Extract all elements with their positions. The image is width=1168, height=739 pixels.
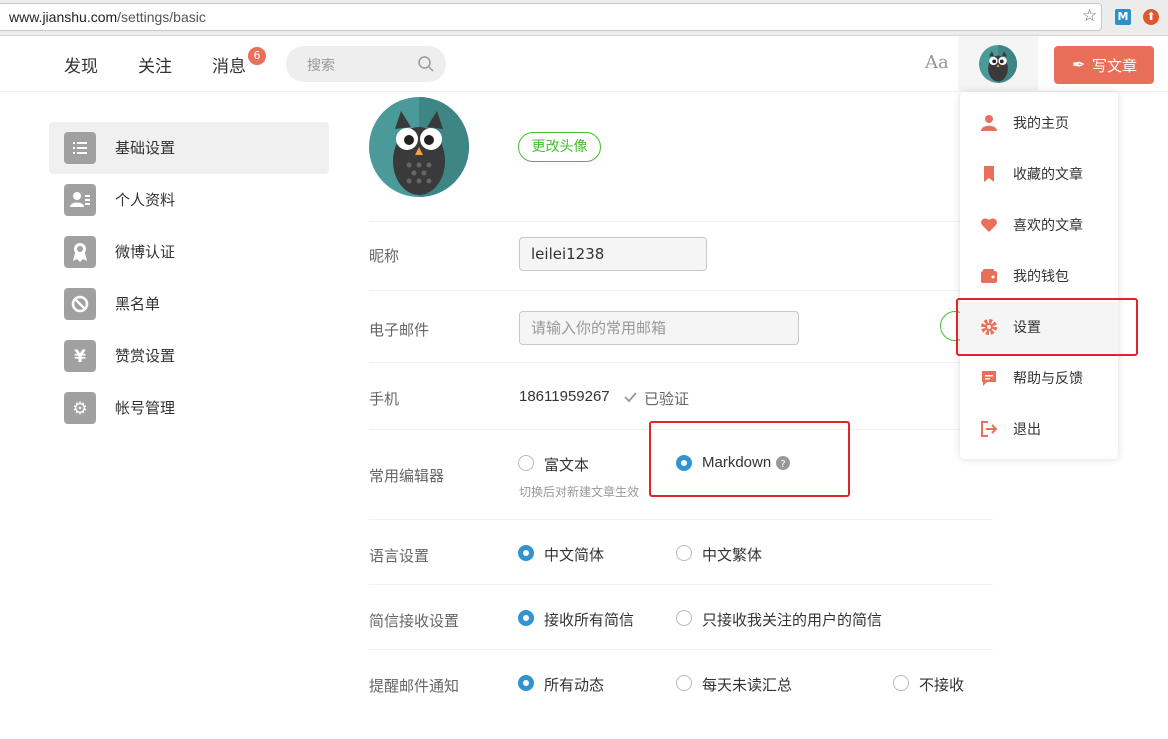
- messages-badge: 6: [248, 47, 266, 65]
- email-label: 电子邮件: [369, 321, 430, 339]
- badge-icon: [64, 236, 96, 268]
- logout-icon: [981, 421, 998, 437]
- svg-text:⚙: ⚙: [72, 399, 87, 419]
- divider: [369, 649, 993, 650]
- option-label: 不接收: [919, 676, 965, 694]
- nav-follow[interactable]: 关注: [138, 52, 172, 77]
- sidebar-item-reward-settings[interactable]: ¥ 赞赏设置: [49, 330, 329, 382]
- address-text: www.jianshu.com/settings/basic: [9, 9, 206, 25]
- email-notify-label: 提醒邮件通知: [369, 677, 460, 695]
- option-label: 接收所有简信: [544, 611, 635, 629]
- sidebar-item-label: 微博认证: [115, 243, 176, 261]
- sidebar-item-label: 黑名单: [115, 295, 161, 313]
- sidebar-item-profile[interactable]: 个人资料: [49, 174, 329, 226]
- menu-item-my-homepage[interactable]: 我的主页: [960, 98, 1118, 149]
- menu-item-label: 喜欢的文章: [1013, 218, 1083, 234]
- sidebar-item-label: 个人资料: [115, 191, 176, 209]
- menu-item-label: 我的主页: [1013, 116, 1069, 132]
- option-label: 只接收我关注的用户的简信: [702, 611, 883, 629]
- email-input[interactable]: 请输入你的常用邮箱: [519, 311, 799, 345]
- write-article-button[interactable]: ✒ 写文章: [1054, 46, 1154, 84]
- option-label: 富文本: [544, 456, 590, 474]
- radio-traditional-chinese[interactable]: [676, 545, 692, 561]
- search-placeholder: 搜索: [307, 58, 335, 74]
- sidebar-item-account-management[interactable]: ⚙ 帐号管理: [49, 382, 329, 434]
- user-icon: [981, 115, 997, 131]
- sms-label: 简信接收设置: [369, 612, 460, 630]
- option-label: 中文简体: [544, 546, 605, 564]
- menu-item-label: 收藏的文章: [1013, 167, 1083, 183]
- radio-daily-digest[interactable]: [676, 675, 692, 691]
- divider: [369, 221, 993, 222]
- phone-label: 手机: [369, 390, 400, 408]
- svg-text:¥: ¥: [74, 347, 86, 367]
- nickname-label: 昵称: [369, 247, 400, 265]
- user-avatar: [369, 97, 469, 197]
- top-navbar: 发现 关注 消息 6 搜索 Aa ✒ 写文章: [0, 36, 1168, 92]
- radio-rich-text[interactable]: [518, 455, 534, 471]
- user-menu-button[interactable]: [958, 36, 1038, 92]
- sidebar-item-label: 赞赏设置: [115, 347, 176, 365]
- radio-all-activity[interactable]: [518, 675, 534, 691]
- option-label: 中文繁体: [702, 546, 763, 564]
- menu-item-logout[interactable]: 退出: [960, 404, 1118, 455]
- editor-hint: 切换后对新建文章生效: [519, 485, 640, 499]
- sidebar-item-blacklist[interactable]: 黑名单: [49, 278, 329, 330]
- highlight-box: [649, 421, 850, 497]
- ban-icon: [64, 288, 96, 320]
- menu-item-label: 我的钱包: [1013, 269, 1069, 285]
- heart-icon: [981, 218, 997, 232]
- radio-receive-all-messages[interactable]: [518, 610, 534, 626]
- menu-item-liked-articles[interactable]: 喜欢的文章: [960, 200, 1118, 251]
- divider: [369, 290, 993, 291]
- write-article-label: 写文章: [1092, 57, 1138, 75]
- menu-item-label: 帮助与反馈: [1013, 371, 1083, 387]
- sidebar-item-basic-settings[interactable]: 基础设置: [49, 122, 329, 174]
- sidebar-item-weibo-verify[interactable]: 微博认证: [49, 226, 329, 278]
- nav-messages[interactable]: 消息: [212, 52, 246, 77]
- feather-pen-icon: ✒: [1072, 55, 1086, 74]
- gear-icon: ⚙: [64, 392, 96, 424]
- divider: [369, 362, 993, 363]
- phone-value: 18611959267: [519, 388, 610, 405]
- sidebar-item-label: 帐号管理: [115, 399, 176, 417]
- browser-toolbar: www.jianshu.com/settings/basic ☆ M ⬆: [0, 0, 1168, 36]
- bookmark-star-icon[interactable]: ☆: [1082, 6, 1097, 26]
- radio-simplified-chinese[interactable]: [518, 545, 534, 561]
- address-bar[interactable]: www.jianshu.com/settings/basic: [0, 3, 1102, 31]
- nav-discover[interactable]: 发现: [64, 52, 98, 77]
- list-icon: [64, 132, 96, 164]
- change-avatar-button[interactable]: 更改头像: [518, 132, 601, 162]
- phone-verified: 已验证: [644, 390, 690, 408]
- menu-item-bookmarked-articles[interactable]: 收藏的文章: [960, 149, 1118, 200]
- radio-no-email[interactable]: [893, 675, 909, 691]
- highlight-box: [956, 298, 1138, 356]
- nickname-input[interactable]: leilei1238: [519, 237, 707, 271]
- menu-item-wallet[interactable]: 我的钱包: [960, 251, 1118, 302]
- profile-card-icon: [64, 184, 96, 216]
- sidebar-item-label: 基础设置: [115, 139, 176, 157]
- extension-upload-icon[interactable]: ⬆: [1143, 9, 1159, 25]
- option-label: 所有动态: [544, 676, 605, 694]
- option-label: 每天未读汇总: [702, 676, 793, 694]
- wallet-icon: [981, 269, 997, 283]
- user-dropdown-menu: 我的主页 收藏的文章 喜欢的文章 我的钱包 设置 帮助与反馈 退出: [960, 92, 1118, 459]
- divider: [369, 519, 993, 520]
- menu-item-label: 退出: [1013, 422, 1041, 438]
- check-icon: [624, 392, 637, 403]
- search-icon[interactable]: [417, 55, 435, 73]
- divider: [369, 584, 993, 585]
- search-input[interactable]: 搜索: [286, 46, 446, 82]
- language-label: 语言设置: [369, 547, 430, 565]
- extension-m-icon[interactable]: M: [1115, 9, 1131, 25]
- menu-item-help-feedback[interactable]: 帮助与反馈: [960, 353, 1118, 404]
- feedback-icon: [982, 371, 996, 386]
- yen-icon: ¥: [64, 340, 96, 372]
- font-size-toggle[interactable]: Aa: [925, 52, 949, 73]
- editor-label: 常用编辑器: [369, 467, 445, 485]
- avatar-owl-icon: [979, 45, 1017, 83]
- radio-followed-only-messages[interactable]: [676, 610, 692, 626]
- bookmark-icon: [984, 166, 994, 182]
